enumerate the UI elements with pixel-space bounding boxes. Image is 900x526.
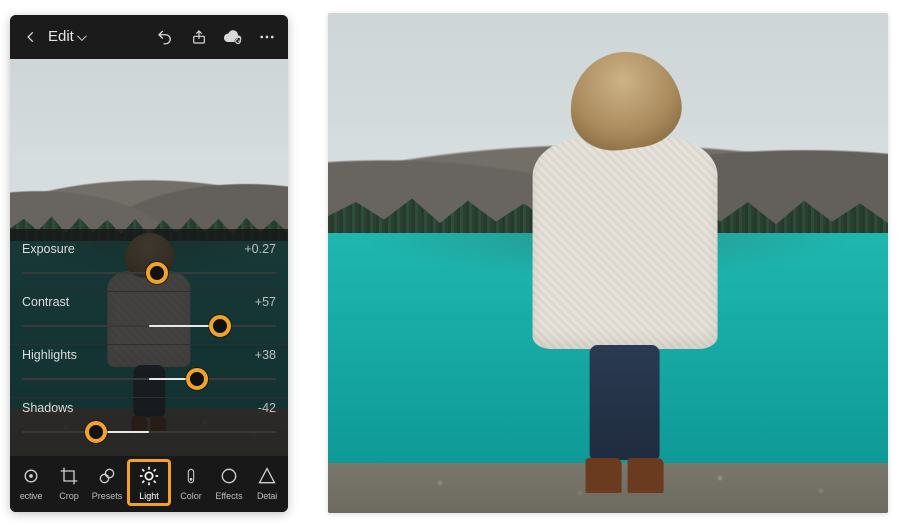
more-button[interactable]: [254, 24, 280, 50]
result-photo: [328, 13, 888, 513]
tool-detail[interactable]: Detai: [248, 464, 286, 501]
highlights-label: Highlights: [22, 348, 77, 362]
tool-effects[interactable]: Effects: [210, 464, 248, 501]
tool-selective[interactable]: ective: [12, 464, 50, 501]
highlights-slider[interactable]: [22, 367, 276, 391]
tool-presets-label: Presets: [92, 491, 123, 501]
tool-light-label: Light: [139, 491, 159, 501]
cloud-sync-button[interactable]: [220, 24, 246, 50]
undo-button[interactable]: [152, 24, 178, 50]
selective-icon: [19, 464, 43, 488]
bottom-toolbar: ective Crop Presets Light: [10, 456, 288, 512]
tool-presets[interactable]: Presets: [88, 464, 126, 501]
crop-icon: [57, 464, 81, 488]
contrast-value: +57: [255, 295, 276, 309]
edit-menu[interactable]: Edit: [48, 28, 84, 45]
detail-icon: [255, 464, 279, 488]
light-sliders-panel: Exposure +0.27 Contrast +57: [10, 229, 288, 456]
light-icon: [137, 464, 161, 488]
lightroom-phone-frame: Edit: [10, 15, 288, 512]
color-icon: [179, 464, 203, 488]
exposure-slider[interactable]: [22, 261, 276, 285]
tool-crop-label: Crop: [59, 491, 79, 501]
tool-detail-label: Detai: [257, 491, 277, 501]
presets-icon: [95, 464, 119, 488]
tool-crop[interactable]: Crop: [50, 464, 88, 501]
exposure-label: Exposure: [22, 242, 75, 256]
effects-icon: [217, 464, 241, 488]
shadows-value: -42: [258, 401, 276, 415]
contrast-label: Contrast: [22, 295, 69, 309]
tool-selective-label: ective: [20, 491, 42, 501]
tool-color[interactable]: Color: [172, 464, 210, 501]
share-button[interactable]: [186, 24, 212, 50]
highlights-value: +38: [255, 348, 276, 362]
top-bar: Edit: [10, 15, 288, 59]
exposure-value: +0.27: [244, 242, 276, 256]
tool-effects-label: Effects: [215, 491, 242, 501]
photo-preview[interactable]: Exposure +0.27 Contrast +57: [10, 59, 288, 456]
shadows-slider[interactable]: [22, 420, 276, 444]
contrast-slider[interactable]: [22, 314, 276, 338]
shadows-label: Shadows: [22, 401, 73, 415]
tool-color-label: Color: [180, 491, 202, 501]
tool-light[interactable]: Light: [127, 459, 171, 506]
back-button[interactable]: [18, 24, 44, 50]
